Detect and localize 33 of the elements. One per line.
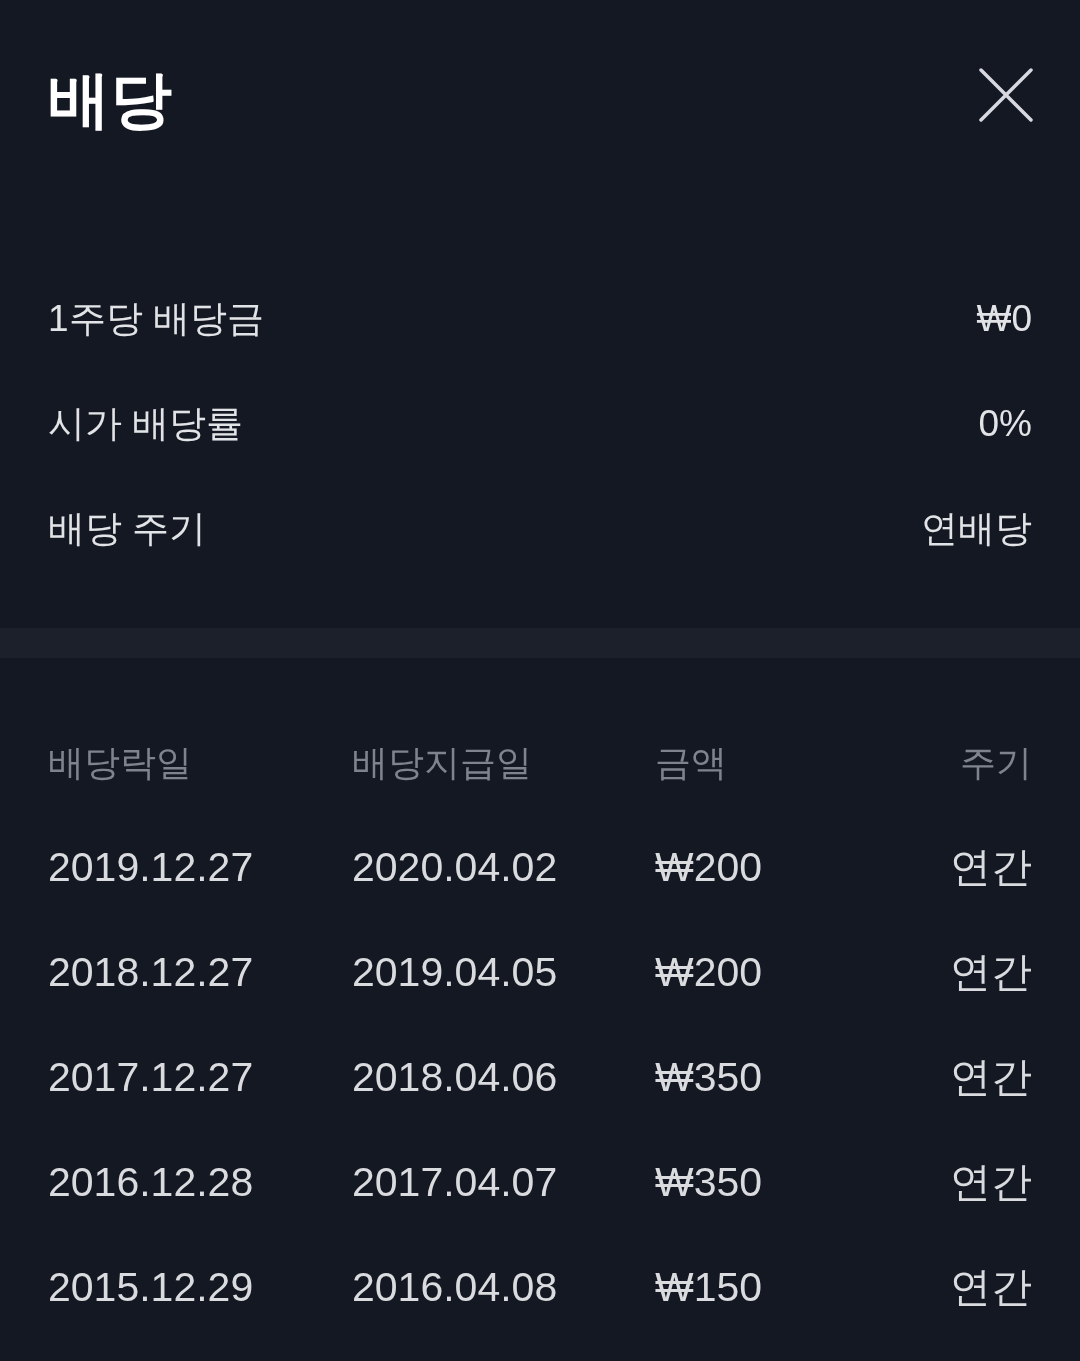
close-icon (979, 68, 1033, 122)
table-cell: 2018.04.06 (352, 1057, 558, 1098)
table-cell: ₩200 (655, 952, 763, 993)
column-header: 금액 (655, 744, 727, 781)
table-cell: 2018.12.27 (48, 952, 254, 993)
dialog-title: 배당 (48, 69, 172, 131)
table-cell: 2020.04.02 (352, 847, 558, 888)
column-header: 주기 (960, 744, 1032, 781)
table-cell: 2019.12.27 (48, 847, 254, 888)
close-button[interactable] (976, 65, 1036, 125)
table-cell: 2015.12.29 (48, 1267, 254, 1308)
column-header: 배당지급일 (352, 744, 532, 781)
table-cell: 연간 (950, 952, 1032, 993)
table-cell: ₩200 (655, 847, 763, 888)
summary-label: 시가 배당률 (48, 405, 244, 442)
table-cell: 2017.12.27 (48, 1057, 254, 1098)
table-cell: 연간 (950, 1162, 1032, 1203)
summary-value: 연배당 (921, 510, 1032, 547)
summary-label: 배당 주기 (48, 510, 207, 547)
summary-value: 0% (978, 405, 1032, 442)
table-cell: ₩150 (655, 1267, 763, 1308)
column-header: 배당락일 (48, 744, 192, 781)
table-cell: ₩350 (655, 1057, 763, 1098)
table-cell: 2016.04.08 (352, 1267, 558, 1308)
table-cell: 2019.04.05 (352, 952, 558, 993)
table-cell: 2017.04.07 (352, 1162, 558, 1203)
table-cell: 연간 (950, 1267, 1032, 1308)
summary-label: 1주당 배당금 (48, 300, 264, 337)
table-cell: 2016.12.28 (48, 1162, 254, 1203)
summary-value: ₩0 (976, 300, 1032, 337)
table-cell: 연간 (950, 847, 1032, 888)
table-cell: ₩350 (655, 1162, 763, 1203)
table-cell: 연간 (950, 1057, 1032, 1098)
